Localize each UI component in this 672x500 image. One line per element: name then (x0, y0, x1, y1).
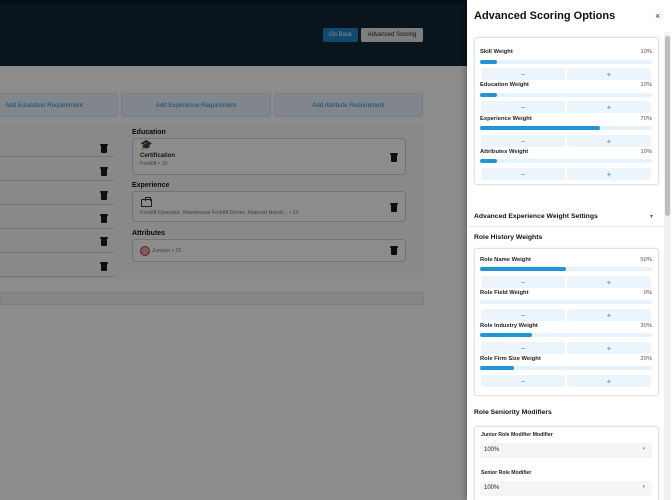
junior-modifier-label: Junior Role Modifier Modifier (481, 432, 553, 438)
decrease-weight-button[interactable]: − (481, 101, 565, 113)
decrease-role-weight-button[interactable]: − (481, 309, 565, 321)
role-weight-slider[interactable] (480, 333, 652, 337)
role-weight-slider[interactable] (480, 267, 652, 271)
role-history-weights-heading: Role History Weights (474, 234, 543, 241)
advanced-scoring-drawer: Advanced Scoring Options × Skill Weight … (467, 0, 672, 500)
close-icon[interactable]: × (655, 11, 660, 21)
weight-slider[interactable] (480, 126, 652, 130)
decrease-weight-button[interactable]: − (481, 68, 565, 80)
role-weight-label: Role Firm Size Weight (480, 356, 541, 362)
senior-modifier-value: 100% (484, 485, 500, 491)
increase-weight-button[interactable]: + (567, 135, 651, 147)
decrease-role-weight-button[interactable]: − (481, 342, 565, 354)
increase-role-weight-button[interactable]: + (567, 309, 651, 321)
role-weight-slider-fill (480, 267, 566, 271)
chevron-down-icon: ▾ (642, 446, 645, 452)
experience-weight-settings-toggle[interactable]: Advanced Experience Weight Settings (474, 213, 598, 220)
junior-modifier-select[interactable]: 100% ▾ (480, 443, 652, 458)
weight-slider-fill (480, 159, 498, 163)
chevron-down-icon[interactable]: ▾ (650, 213, 653, 220)
senior-modifier-select[interactable]: 100% ▾ (480, 481, 652, 496)
increase-role-weight-button[interactable]: + (567, 375, 651, 387)
role-weight-slider-fill (480, 333, 532, 337)
role-seniority-modifiers-heading: Role Seniority Modifiers (474, 409, 552, 416)
role-weight-value: 30% (640, 323, 652, 329)
section-divider (467, 226, 664, 227)
increase-role-weight-button[interactable]: + (567, 276, 651, 288)
increase-weight-button[interactable]: + (567, 68, 651, 80)
weight-value: 10% (640, 49, 652, 55)
weight-slider[interactable] (480, 159, 652, 163)
role-weight-value: 0% (643, 290, 652, 296)
chevron-down-icon: ▾ (642, 484, 645, 490)
senior-modifier-label: Senior Role Modifier (481, 470, 532, 476)
drawer-title: Advanced Scoring Options (474, 10, 616, 22)
decrease-role-weight-button[interactable]: − (481, 276, 565, 288)
role-weight-label: Role Industry Weight (480, 323, 538, 329)
weight-value: 10% (640, 149, 652, 155)
weight-slider[interactable] (480, 93, 652, 97)
role-weight-label: Role Name Weight (480, 257, 531, 263)
increase-weight-button[interactable]: + (567, 168, 651, 180)
increase-weight-button[interactable]: + (567, 101, 651, 113)
role-weight-slider[interactable] (480, 366, 652, 370)
drawer-scrollbar-thumb[interactable] (665, 36, 670, 216)
weight-label: Attributes Weight (480, 149, 529, 155)
weight-label: Experience Weight (480, 116, 532, 122)
decrease-weight-button[interactable]: − (481, 135, 565, 147)
role-weight-slider-fill (480, 366, 515, 370)
role-weight-value: 20% (640, 356, 652, 362)
weight-slider-fill (480, 93, 498, 97)
weight-label: Skill Weight (480, 49, 513, 55)
weight-slider[interactable] (480, 60, 652, 64)
decrease-weight-button[interactable]: − (481, 168, 565, 180)
role-weight-value: 50% (640, 257, 652, 263)
weight-value: 10% (640, 82, 652, 88)
weight-value: 70% (640, 116, 652, 122)
junior-modifier-value: 100% (484, 447, 500, 453)
decrease-role-weight-button[interactable]: − (481, 375, 565, 387)
role-weight-label: Role Field Weight (480, 290, 529, 296)
weight-slider-fill (480, 126, 601, 130)
weight-slider-fill (480, 60, 498, 64)
increase-role-weight-button[interactable]: + (567, 342, 651, 354)
weight-label: Education Weight (480, 82, 529, 88)
role-weight-slider[interactable] (480, 300, 652, 304)
